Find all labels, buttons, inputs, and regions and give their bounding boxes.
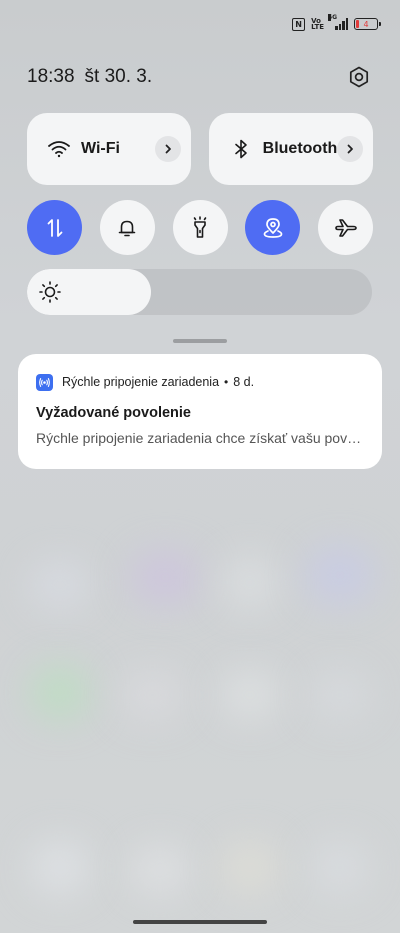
chevron-right-icon — [347, 144, 354, 154]
bell-icon — [118, 220, 136, 236]
home-indicator[interactable] — [133, 920, 267, 924]
notification-card[interactable]: Rýchle pripojenie zariadenia • 8 d. Vyža… — [18, 354, 382, 469]
wifi-label: Wi-Fi — [81, 140, 120, 157]
bluetooth-label: Bluetooth — [262, 140, 338, 157]
notification-app-name: Rýchle pripojenie zariadenia — [62, 375, 220, 389]
location-toggle[interactable] — [245, 200, 301, 255]
wifi-icon — [45, 135, 73, 163]
flashlight-toggle[interactable] — [172, 200, 228, 255]
settings-button[interactable] — [346, 64, 372, 90]
bluetooth-icon — [227, 135, 255, 163]
battery-level: 4 — [363, 19, 369, 29]
notification-header: Rýchle pripojenie zariadenia • 8 d. — [36, 373, 364, 391]
date-time: 18:38 št 30. 3. — [27, 66, 152, 88]
wifi-tile[interactable]: Wi-Fi — [27, 113, 191, 185]
sound-toggle[interactable] — [99, 200, 155, 255]
quick-toggles — [27, 200, 373, 255]
panel-header: 18:38 št 30. 3. — [27, 64, 372, 90]
status-bar: N Vo LTE 5G 4 — [292, 14, 381, 34]
bluetooth-tile[interactable]: Bluetooth — [209, 113, 373, 185]
notification-title: Vyžadované povolenie — [36, 405, 191, 421]
nearby-share-icon — [36, 373, 53, 391]
brightness-slider[interactable] — [27, 269, 372, 315]
sun-icon — [37, 279, 63, 305]
airplane-icon — [334, 218, 357, 237]
volte-icon: Vo LTE — [311, 17, 324, 31]
bluetooth-expand-button[interactable] — [337, 136, 363, 162]
network-label: 5G — [328, 14, 338, 21]
clock: 18:38 — [27, 66, 75, 87]
wifi-expand-button[interactable] — [155, 136, 181, 162]
chevron-right-icon — [165, 144, 171, 154]
nfc-icon: N — [292, 17, 306, 31]
data-arrows-icon — [47, 218, 62, 237]
separator-dot: • — [224, 375, 229, 389]
location-icon — [263, 217, 283, 238]
signal-icon: 5G — [328, 14, 348, 30]
panel-drag-handle[interactable] — [173, 339, 227, 343]
mobile-data-toggle[interactable] — [27, 200, 82, 255]
date: št 30. 3. — [84, 66, 153, 87]
airplane-mode-toggle[interactable] — [318, 200, 373, 255]
notification-body: Rýchle pripojenie zariadenia chce získať… — [36, 430, 364, 446]
flashlight-icon — [193, 215, 207, 238]
gear-icon — [349, 66, 369, 88]
battery-icon: 4 — [354, 18, 381, 30]
notification-age: 8 d. — [233, 375, 255, 389]
